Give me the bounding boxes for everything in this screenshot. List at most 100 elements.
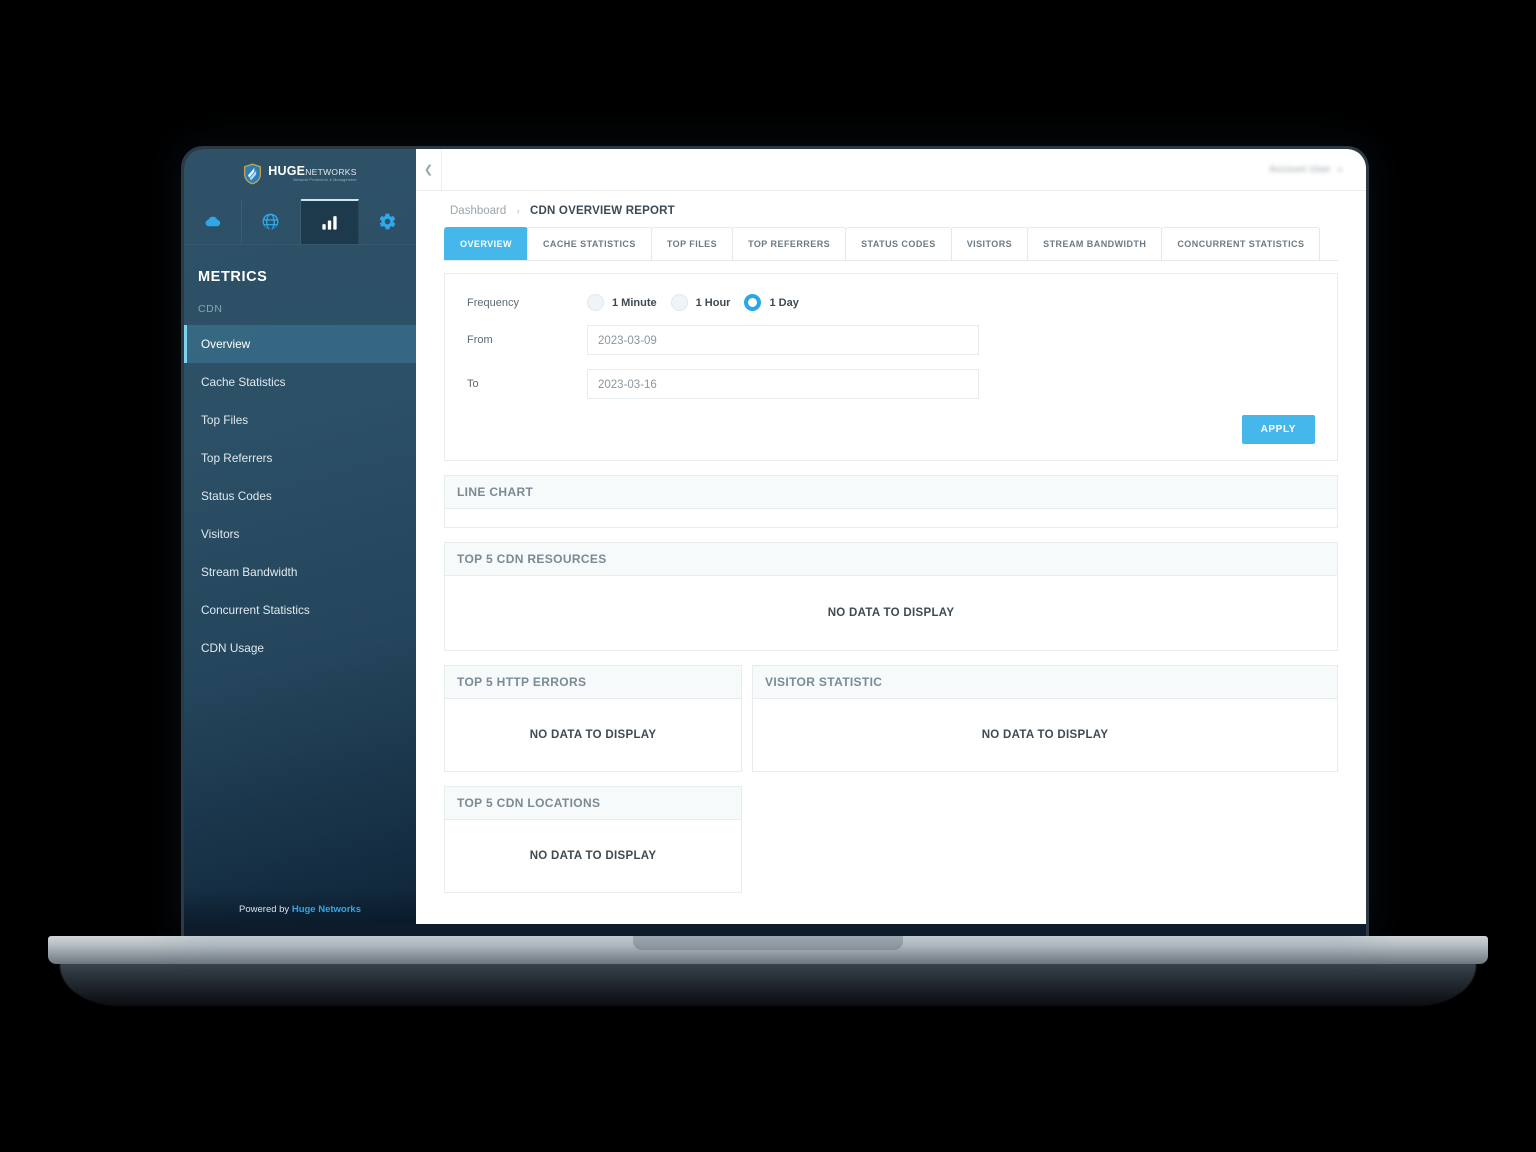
nodata-top5-resources: NO DATA TO DISPLAY xyxy=(828,607,955,619)
radio-dot-1-hour[interactable] xyxy=(671,294,688,311)
bar-chart-icon xyxy=(320,213,339,232)
nodata-top5-locations: NO DATA TO DISPLAY xyxy=(530,850,657,862)
nodata-visitor-statistic: NO DATA TO DISPLAY xyxy=(982,729,1109,741)
application-window: HUGE NETWORKS Network Protection & Manag… xyxy=(184,149,1366,924)
globe-icon xyxy=(261,212,280,231)
chevron-down-icon: ▾ xyxy=(1338,166,1342,174)
user-menu[interactable]: Account User ▾ xyxy=(1269,164,1366,175)
tab-stream-bandwidth[interactable]: STREAM BANDWIDTH xyxy=(1027,227,1162,260)
frequency-radio-group: 1 Minute 1 Hour 1 Day xyxy=(587,294,813,311)
to-date-input[interactable]: 2023-03-16 xyxy=(587,369,979,399)
brand-tagline: Network Protection & Management xyxy=(268,179,356,183)
radio-label-1-minute: 1 Minute xyxy=(612,297,657,309)
from-label: From xyxy=(467,334,587,346)
footer-prefix: Powered by xyxy=(239,904,292,915)
gear-icon xyxy=(378,212,397,231)
frequency-row: Frequency 1 Minute 1 Hour xyxy=(467,294,1315,311)
tab-status-codes[interactable]: STATUS CODES xyxy=(845,227,952,260)
laptop-base xyxy=(48,936,1488,964)
chevron-left-icon: ❮ xyxy=(424,163,433,176)
apply-button[interactable]: APPLY xyxy=(1242,415,1315,444)
panel-title-top5-locations: TOP 5 CDN LOCATIONS xyxy=(445,787,741,820)
footer-brand-link[interactable]: Huge Networks xyxy=(292,904,361,915)
panel-row-errors-visitors: TOP 5 HTTP ERRORS NO DATA TO DISPLAY VIS… xyxy=(444,665,1338,772)
frequency-label: Frequency xyxy=(467,297,587,309)
breadcrumb-dashboard-link[interactable]: Dashboard xyxy=(450,205,506,217)
panel-body-top5-locations: NO DATA TO DISPLAY xyxy=(445,820,741,892)
laptop-screen-bezel: HUGE NETWORKS Network Protection & Manag… xyxy=(181,146,1369,936)
sidebar-item-top-files[interactable]: Top Files xyxy=(184,401,416,439)
sidebar-item-cache-statistics[interactable]: Cache Statistics xyxy=(184,363,416,401)
panel-body-top5-resources: NO DATA TO DISPLAY xyxy=(445,576,1337,650)
laptop-base-shadow xyxy=(60,962,1476,1006)
panel-top5-http-errors: TOP 5 HTTP ERRORS NO DATA TO DISPLAY xyxy=(444,665,742,772)
to-label: To xyxy=(467,378,587,390)
nav-icon-metrics[interactable] xyxy=(301,199,359,244)
apply-row: APPLY xyxy=(467,415,1315,444)
breadcrumb: Dashboard › CDN OVERVIEW REPORT xyxy=(444,191,1338,227)
radio-option-1-day[interactable]: 1 Day xyxy=(744,294,798,311)
breadcrumb-separator-icon: › xyxy=(516,206,519,217)
sidebar-item-status-codes[interactable]: Status Codes xyxy=(184,477,416,515)
tab-top-referrers[interactable]: TOP REFERRERS xyxy=(732,227,846,260)
tab-cache-statistics[interactable]: CACHE STATISTICS xyxy=(527,227,652,260)
panel-title-top5-http-errors: TOP 5 HTTP ERRORS xyxy=(445,666,741,699)
cloud-icon xyxy=(203,212,222,231)
tab-visitors[interactable]: VISITORS xyxy=(951,227,1028,260)
panel-title-visitor-statistic: VISITOR STATISTIC xyxy=(753,666,1337,699)
nav-icon-settings[interactable] xyxy=(359,199,416,244)
radio-dot-1-day[interactable] xyxy=(744,294,761,311)
radio-option-1-minute[interactable]: 1 Minute xyxy=(587,294,657,311)
sidebar-item-cdn-usage[interactable]: CDN Usage xyxy=(184,629,416,667)
brand-name-primary: HUGE xyxy=(268,165,305,178)
report-tabs: OVERVIEW CACHE STATISTICS TOP FILES TOP … xyxy=(444,227,1338,261)
sidebar: HUGE NETWORKS Network Protection & Manag… xyxy=(184,149,416,924)
radio-label-1-hour: 1 Hour xyxy=(696,297,731,309)
radio-label-1-day: 1 Day xyxy=(769,297,798,309)
main-area: ❮ Account User ▾ Dashboard › CDN OVERVIE… xyxy=(416,149,1366,924)
panel-top5-cdn-locations: TOP 5 CDN LOCATIONS NO DATA TO DISPLAY xyxy=(444,786,742,893)
shield-icon xyxy=(243,163,262,185)
sidebar-item-top-referrers[interactable]: Top Referrers xyxy=(184,439,416,477)
sidebar-item-concurrent-statistics[interactable]: Concurrent Statistics xyxy=(184,591,416,629)
panel-body-top5-http-errors: NO DATA TO DISPLAY xyxy=(445,699,741,771)
panel-col-http-errors: TOP 5 HTTP ERRORS NO DATA TO DISPLAY xyxy=(444,665,742,772)
panel-line-chart: LINE CHART xyxy=(444,475,1338,528)
sidebar-collapse-button[interactable]: ❮ xyxy=(416,149,442,190)
sidebar-item-visitors[interactable]: Visitors xyxy=(184,515,416,553)
to-row: To 2023-03-16 xyxy=(467,369,1315,399)
panel-body-line-chart xyxy=(445,509,1337,527)
panel-visitor-statistic: VISITOR STATISTIC NO DATA TO DISPLAY xyxy=(752,665,1338,772)
topbar: ❮ Account User ▾ xyxy=(416,149,1366,191)
from-row: From 2023-03-09 xyxy=(467,325,1315,355)
panel-col-visitor-statistic: VISITOR STATISTIC NO DATA TO DISPLAY xyxy=(752,665,1338,772)
tab-top-files[interactable]: TOP FILES xyxy=(651,227,733,260)
radio-dot-1-minute[interactable] xyxy=(587,294,604,311)
content-scroll-area: Dashboard › CDN OVERVIEW REPORT OVERVIEW… xyxy=(416,191,1366,924)
panel-col-cdn-locations: TOP 5 CDN LOCATIONS NO DATA TO DISPLAY xyxy=(444,786,742,893)
page-title: CDN OVERVIEW REPORT xyxy=(530,205,675,217)
user-menu-label: Account User xyxy=(1269,164,1331,175)
sidebar-footer: Powered by Huge Networks xyxy=(184,890,416,924)
panel-title-line-chart: LINE CHART xyxy=(445,476,1337,509)
brand-logo[interactable]: HUGE NETWORKS Network Protection & Manag… xyxy=(184,149,416,199)
panel-col-empty xyxy=(752,786,1338,893)
panel-title-top5-resources: TOP 5 CDN RESOURCES xyxy=(445,543,1337,576)
sidebar-group-label: CDN xyxy=(184,285,416,325)
sidebar-item-stream-bandwidth[interactable]: Stream Bandwidth xyxy=(184,553,416,591)
sidebar-item-overview[interactable]: Overview xyxy=(184,325,416,363)
from-date-input[interactable]: 2023-03-09 xyxy=(587,325,979,355)
tab-concurrent-statistics[interactable]: CONCURRENT STATISTICS xyxy=(1161,227,1320,260)
nav-icon-cloud[interactable] xyxy=(184,199,242,244)
sidebar-title: METRICS xyxy=(184,245,416,285)
panel-body-visitor-statistic: NO DATA TO DISPLAY xyxy=(753,699,1337,771)
filter-panel: Frequency 1 Minute 1 Hour xyxy=(444,273,1338,461)
nav-icon-globe[interactable] xyxy=(242,199,300,244)
brand-text: HUGE NETWORKS Network Protection & Manag… xyxy=(268,165,356,183)
radio-option-1-hour[interactable]: 1 Hour xyxy=(671,294,731,311)
laptop-mockup-scene: HUGE NETWORKS Network Protection & Manag… xyxy=(0,0,1536,1152)
icon-nav xyxy=(184,199,416,245)
panel-top5-cdn-resources: TOP 5 CDN RESOURCES NO DATA TO DISPLAY xyxy=(444,542,1338,651)
tab-overview[interactable]: OVERVIEW xyxy=(444,227,528,260)
panel-row-locations: TOP 5 CDN LOCATIONS NO DATA TO DISPLAY xyxy=(444,786,1338,893)
